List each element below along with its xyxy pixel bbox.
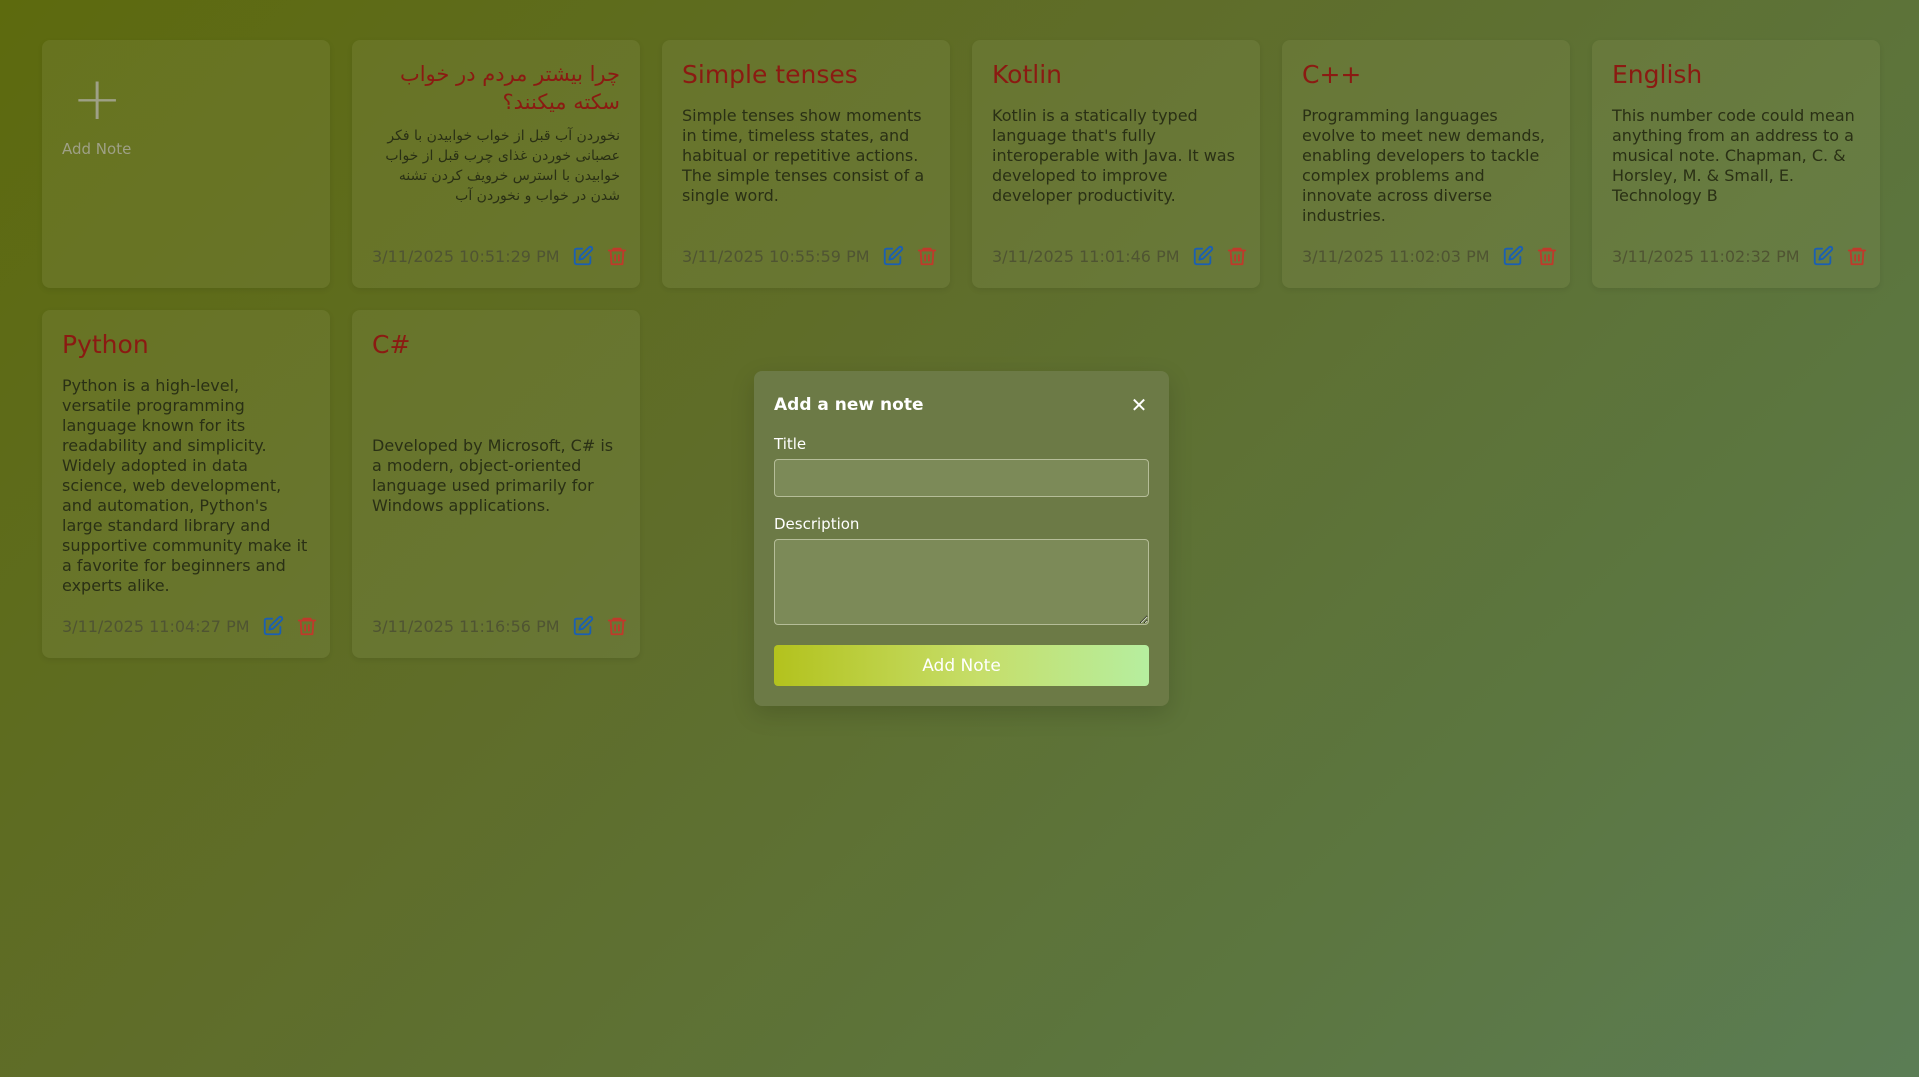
note-title: Python: [62, 330, 149, 359]
description-label: Description: [774, 515, 860, 533]
note-title: English: [1612, 60, 1703, 89]
note-date: 3/11/2025 11:04:27 PM: [62, 616, 250, 636]
trash-icon[interactable]: [606, 244, 628, 268]
modal-title: Add a new note: [774, 395, 924, 415]
note-footer: 3/11/2025 10:51:29 PM: [372, 244, 626, 268]
edit-icon[interactable]: [572, 614, 594, 638]
note-title: Simple tenses: [682, 60, 858, 89]
note-date: 3/11/2025 11:02:03 PM: [1302, 246, 1490, 266]
note-description: Simple tenses show moments in time, time…: [682, 106, 925, 205]
note-card: Simple tenses Simple tenses show moments…: [662, 40, 950, 288]
title-label: Title: [774, 435, 807, 453]
note-date: 3/11/2025 11:02:32 PM: [1612, 246, 1800, 266]
add-note-button[interactable]: Add Note: [774, 645, 1149, 686]
note-title: Kotlin: [992, 60, 1062, 89]
note-title: چرا بیشتر مردم در خواب سکته میکنند؟: [399, 62, 620, 114]
note-description: نخوردن آب قبل از خواب خوابیدن با فکر عصب…: [385, 128, 620, 204]
note-description: This number code could mean anything fro…: [1612, 106, 1855, 205]
note-title: C++: [1302, 60, 1362, 89]
trash-icon[interactable]: [606, 614, 628, 638]
note-card: چرا بیشتر مردم در خواب سکته میکنند؟ نخور…: [352, 40, 640, 288]
trash-icon[interactable]: [1536, 244, 1558, 268]
note-footer: 3/11/2025 10:55:59 PM: [682, 244, 936, 268]
note-card: C# Developed by Microsoft, C# is a moder…: [352, 310, 640, 658]
note-card: Python Python is a high-level, versatile…: [42, 310, 330, 658]
note-title: C#: [372, 330, 411, 359]
note-description: Developed by Microsoft, C# is a modern, …: [372, 436, 614, 515]
add-note-label[interactable]: Add Note: [62, 140, 310, 158]
add-note-card[interactable]: + Add Note: [42, 40, 330, 288]
edit-icon[interactable]: [1192, 244, 1214, 268]
add-note-modal: Add a new note ✕ Title Description Add N…: [754, 371, 1169, 706]
edit-icon[interactable]: [572, 244, 594, 268]
note-footer: 3/11/2025 11:02:32 PM: [1612, 244, 1866, 268]
note-card: English This number code could mean anyt…: [1592, 40, 1880, 288]
trash-icon[interactable]: [1226, 244, 1248, 268]
plus-icon[interactable]: +: [72, 69, 310, 129]
note-description: Kotlin is a statically typed language th…: [992, 106, 1235, 205]
title-input[interactable]: [774, 459, 1149, 497]
description-textarea[interactable]: [774, 539, 1149, 625]
edit-icon[interactable]: [1502, 244, 1524, 268]
note-date: 3/11/2025 11:01:46 PM: [992, 246, 1180, 266]
close-icon[interactable]: ✕: [1129, 393, 1149, 417]
edit-icon[interactable]: [262, 614, 284, 638]
note-date: 3/11/2025 10:55:59 PM: [682, 246, 870, 266]
note-card: Kotlin Kotlin is a statically typed lang…: [972, 40, 1260, 288]
note-footer: 3/11/2025 11:16:56 PM: [372, 614, 626, 638]
edit-icon[interactable]: [1812, 244, 1834, 268]
note-description: Programming languages evolve to meet new…: [1302, 106, 1545, 225]
trash-icon[interactable]: [1846, 244, 1868, 268]
trash-icon[interactable]: [916, 244, 938, 268]
note-footer: 3/11/2025 11:01:46 PM: [992, 244, 1246, 268]
modal-header: Add a new note ✕: [774, 393, 1149, 417]
trash-icon[interactable]: [296, 614, 318, 638]
note-description: Python is a high-level, versatile progra…: [62, 376, 308, 595]
note-card: C++ Programming languages evolve to meet…: [1282, 40, 1570, 288]
note-date: 3/11/2025 11:16:56 PM: [372, 616, 560, 636]
note-date: 3/11/2025 10:51:29 PM: [372, 246, 560, 266]
edit-icon[interactable]: [882, 244, 904, 268]
note-footer: 3/11/2025 11:04:27 PM: [62, 614, 316, 638]
note-footer: 3/11/2025 11:02:03 PM: [1302, 244, 1556, 268]
